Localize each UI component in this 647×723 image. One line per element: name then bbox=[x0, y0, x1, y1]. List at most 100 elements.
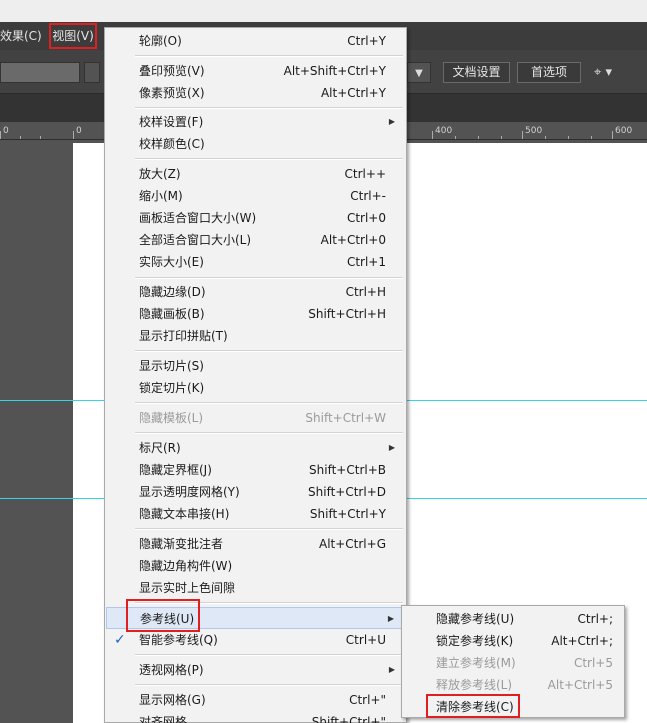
menu-item-label: 建立参考线(M) bbox=[436, 656, 516, 670]
menu-item-smart-guides[interactable]: ✓ 智能参考线(Q) Ctrl+U bbox=[106, 629, 405, 651]
menu-item-label: 锁定参考线(K) bbox=[436, 634, 514, 648]
menu-item-hide-template: 隐藏模板(L) Shift+Ctrl+W bbox=[106, 407, 405, 429]
menu-separator bbox=[135, 107, 403, 109]
menu-item-label: 缩小(M) bbox=[139, 189, 183, 203]
menu-item-shortcut: Ctrl+Y bbox=[347, 34, 386, 48]
menu-item-proof-colors[interactable]: 校样颜色(C) bbox=[106, 133, 405, 155]
menu-separator bbox=[135, 528, 403, 530]
menu-item-shortcut: Alt+Ctrl+5 bbox=[547, 678, 613, 692]
menu-item-hide-guides[interactable]: 隐藏参考线(U) Ctrl+; bbox=[403, 608, 623, 630]
menu-item-show-live-paint-gaps[interactable]: 显示实时上色间隙 bbox=[106, 577, 405, 599]
menu-item-shortcut: Ctrl+" bbox=[349, 693, 386, 707]
menu-item-label: 显示打印拼贴(T) bbox=[139, 329, 228, 343]
menu-item-shortcut: Ctrl+- bbox=[350, 189, 386, 203]
menu-item-label: 放大(Z) bbox=[139, 167, 181, 181]
menu-item-label: 标尺(R) bbox=[139, 441, 181, 455]
preferences-button[interactable]: 首选项 bbox=[517, 62, 581, 83]
ruler-label: 600 bbox=[615, 126, 633, 136]
menu-item-lock-guides[interactable]: 锁定参考线(K) Alt+Ctrl+; bbox=[403, 630, 623, 652]
menu-item-label: 像素预览(X) bbox=[139, 86, 205, 100]
menu-item-perspective-grid[interactable]: 透视网格(P) ▶ bbox=[106, 659, 405, 681]
menu-item-shortcut: Ctrl++ bbox=[344, 167, 386, 181]
menu-item-actual-size[interactable]: 实际大小(E) Ctrl+1 bbox=[106, 251, 405, 273]
menu-separator bbox=[135, 277, 403, 279]
style-dropdown[interactable] bbox=[0, 62, 80, 83]
menu-item-label: 轮廓(O) bbox=[139, 34, 182, 48]
style-dropdown-toggle[interactable] bbox=[84, 62, 100, 83]
menu-item-shortcut: Ctrl+0 bbox=[346, 211, 386, 225]
menu-item-fit-artboard[interactable]: 画板适合窗口大小(W) Ctrl+0 bbox=[106, 207, 405, 229]
view-menu: 轮廓(O) Ctrl+Y 叠印预览(V) Alt+Shift+Ctrl+Y 像素预览… bbox=[104, 27, 407, 723]
menu-item-hide-corner-widget[interactable]: 隐藏边角构件(W) bbox=[106, 555, 405, 577]
menu-item-shortcut: Shift+Ctrl+" bbox=[311, 715, 386, 723]
guides-submenu: 隐藏参考线(U) Ctrl+; 锁定参考线(K) Alt+Ctrl+; 建立参考线(… bbox=[401, 605, 625, 718]
menu-effect[interactable]: 效果(C) bbox=[0, 22, 44, 50]
menu-item-show-print-tiling[interactable]: 显示打印拼贴(T) bbox=[106, 325, 405, 347]
menu-separator bbox=[135, 684, 403, 686]
menu-item-zoom-in[interactable]: 放大(Z) Ctrl++ bbox=[106, 163, 405, 185]
menu-item-hide-bounding-box[interactable]: 隐藏定界框(J) Shift+Ctrl+B bbox=[106, 459, 405, 481]
menu-item-zoom-out[interactable]: 缩小(M) Ctrl+- bbox=[106, 185, 405, 207]
chevron-down-icon[interactable]: ▼ bbox=[407, 62, 431, 83]
menu-item-label: 全部适合窗口大小(L) bbox=[139, 233, 252, 247]
highlight-box bbox=[426, 694, 520, 718]
menu-item-hide-gradient-annotator[interactable]: 隐藏渐变批注者 Alt+Ctrl+G bbox=[106, 533, 405, 555]
menu-item-label: 显示切片(S) bbox=[139, 359, 204, 373]
menu-item-rulers[interactable]: 标尺(R) ▶ bbox=[106, 437, 405, 459]
menu-item-overprint-preview[interactable]: 叠印预览(V) Alt+Shift+Ctrl+Y bbox=[106, 60, 405, 82]
transform-icon[interactable]: ⌖ ▾ bbox=[594, 62, 630, 83]
menu-item-show-slices[interactable]: 显示切片(S) bbox=[106, 355, 405, 377]
menu-item-hide-text-threads[interactable]: 隐藏文本串接(H) Shift+Ctrl+Y bbox=[106, 503, 405, 525]
menu-item-label: 校样颜色(C) bbox=[139, 137, 205, 151]
menu-item-label: 隐藏文本串接(H) bbox=[139, 507, 230, 521]
document-settings-button[interactable]: 文档设置 bbox=[443, 62, 510, 83]
menu-item-show-grid[interactable]: 显示网格(G) Ctrl+" bbox=[106, 689, 405, 711]
chevron-right-icon: ▶ bbox=[388, 665, 395, 674]
menu-separator bbox=[135, 350, 403, 352]
menu-separator bbox=[135, 432, 403, 434]
chevron-right-icon: ▶ bbox=[387, 614, 394, 623]
menu-item-label: 实际大小(E) bbox=[139, 255, 204, 269]
menu-item-make-guides: 建立参考线(M) Ctrl+5 bbox=[403, 652, 623, 674]
menu-item-label: 叠印预览(V) bbox=[139, 64, 205, 78]
menu-item-shortcut: Ctrl+H bbox=[345, 285, 386, 299]
menu-item-shortcut: Ctrl+U bbox=[345, 633, 386, 647]
menu-item-shortcut: Ctrl+1 bbox=[346, 255, 386, 269]
menu-item-label: 隐藏渐变批注者 bbox=[139, 537, 224, 551]
menu-item-label: 画板适合窗口大小(W) bbox=[139, 211, 257, 225]
menu-item-label: 显示网格(G) bbox=[139, 693, 206, 707]
window-title-strip bbox=[0, 0, 647, 22]
menu-item-pixel-preview[interactable]: 像素预览(X) Alt+Ctrl+Y bbox=[106, 82, 405, 104]
menu-item-snap-to-grid[interactable]: 对齐网格 Shift+Ctrl+" bbox=[106, 711, 405, 723]
menu-separator bbox=[135, 402, 403, 404]
menu-item-shortcut: Shift+Ctrl+Y bbox=[309, 507, 386, 521]
menu-item-shortcut: Alt+Ctrl+Y bbox=[320, 86, 386, 100]
menu-item-label: 隐藏模板(L) bbox=[139, 411, 204, 425]
menu-item-outline[interactable]: 轮廓(O) Ctrl+Y bbox=[106, 30, 405, 52]
menu-item-shortcut: Alt+Ctrl+; bbox=[551, 634, 613, 648]
menu-item-label: 释放参考线(L) bbox=[436, 678, 513, 692]
menu-item-proof-setup[interactable]: 校样设置(F) ▶ bbox=[106, 111, 405, 133]
ruler-tick bbox=[0, 131, 1, 139]
menu-item-shortcut: Shift+Ctrl+H bbox=[308, 307, 386, 321]
menu-item-label: 锁定切片(K) bbox=[139, 381, 205, 395]
menu-item-label: 隐藏画板(B) bbox=[139, 307, 205, 321]
menu-separator bbox=[135, 158, 403, 160]
menu-item-show-transparency-grid[interactable]: 显示透明度网格(Y) Shift+Ctrl+D bbox=[106, 481, 405, 503]
menu-item-shortcut: Alt+Shift+Ctrl+Y bbox=[283, 64, 386, 78]
menu-item-hide-artboards[interactable]: 隐藏画板(B) Shift+Ctrl+H bbox=[106, 303, 405, 325]
ruler-label: 0 bbox=[76, 126, 82, 136]
menu-view[interactable]: 视图(V) bbox=[49, 23, 97, 49]
menu-item-label: 显示透明度网格(Y) bbox=[139, 485, 240, 499]
highlight-box bbox=[126, 599, 200, 632]
menu-item-hide-edges[interactable]: 隐藏边缘(D) Ctrl+H bbox=[106, 281, 405, 303]
chevron-right-icon: ▶ bbox=[388, 117, 395, 126]
menu-item-fit-all[interactable]: 全部适合窗口大小(L) Alt+Ctrl+0 bbox=[106, 229, 405, 251]
menu-item-lock-slices[interactable]: 锁定切片(K) bbox=[106, 377, 405, 399]
menu-item-label: 智能参考线(Q) bbox=[139, 633, 218, 647]
menu-item-label: 透视网格(P) bbox=[139, 663, 204, 677]
menu-item-shortcut: Alt+Ctrl+0 bbox=[320, 233, 386, 247]
menu-item-shortcut: Shift+Ctrl+D bbox=[308, 485, 386, 499]
ruler-tick bbox=[612, 131, 613, 139]
menu-item-label: 隐藏边角构件(W) bbox=[139, 559, 233, 573]
